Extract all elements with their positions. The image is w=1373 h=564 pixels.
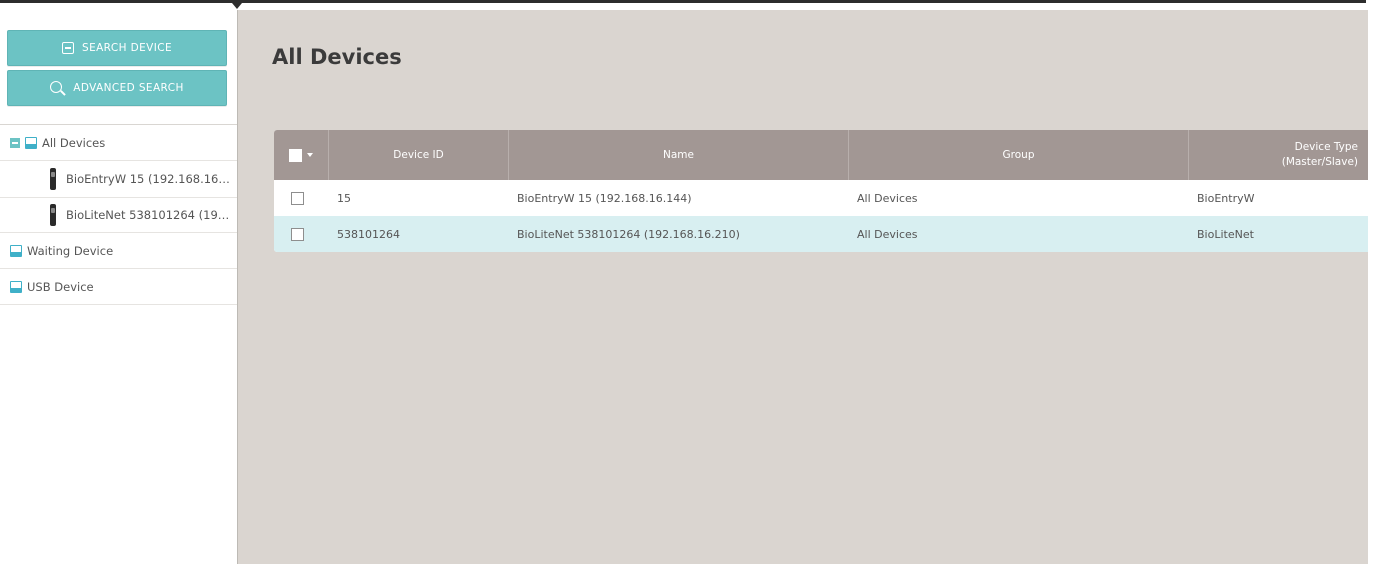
tree-device-label: BioLiteNet 538101264 (192.168.16.210) [66, 208, 231, 222]
cell-device-id: 538101264 [337, 227, 400, 241]
column-header-group[interactable]: Group [849, 130, 1189, 180]
device-reader-icon [50, 204, 56, 226]
device-type-header-line1: Device Type [1294, 141, 1358, 153]
main-panel: All Devices Device ID Name Group Device … [238, 10, 1368, 564]
column-header-device-type[interactable]: Device Type (Master/Slave) [1189, 130, 1368, 180]
table-row[interactable]: 15 BioEntryW 15 (192.168.16.144) All Dev… [274, 180, 1368, 216]
cell-device-type: BioEntryW [1197, 191, 1255, 205]
tree-item-usb-device[interactable]: USB Device [0, 269, 237, 305]
splitter-notch [232, 3, 242, 9]
tree-item-device[interactable]: BioLiteNet 538101264 (192.168.16.210) [0, 198, 237, 233]
tree-label-usb: USB Device [27, 279, 94, 294]
device-table: Device ID Name Group Device Type (Master… [274, 130, 1368, 252]
cell-device-type: BioLiteNet [1197, 227, 1254, 241]
collapse-icon[interactable] [10, 137, 20, 148]
tree-item-all-devices[interactable]: All Devices [0, 125, 237, 161]
top-border [0, 0, 1366, 10]
device-group-icon [25, 136, 37, 149]
tree-label-waiting: Waiting Device [27, 243, 114, 258]
column-header-name[interactable]: Name [509, 130, 849, 180]
magnifier-icon [50, 80, 65, 96]
select-all-checkbox[interactable] [289, 148, 302, 162]
search-area: SEARCH DEVICE ADVANCED SEARCH [0, 10, 237, 125]
tree-label-all-devices: All Devices [42, 135, 106, 150]
row-checkbox[interactable] [291, 191, 304, 205]
cell-group: All Devices [857, 227, 918, 241]
sidebar: SEARCH DEVICE ADVANCED SEARCH All Device… [0, 10, 238, 564]
table-row[interactable]: 538101264 BioLiteNet 538101264 (192.168.… [274, 216, 1368, 252]
tree-item-device[interactable]: BioEntryW 15 (192.168.16.144) [0, 161, 237, 198]
tree-item-waiting-device[interactable]: Waiting Device [0, 233, 237, 269]
cell-device-id: 15 [337, 191, 351, 205]
column-header-device-id[interactable]: Device ID [329, 130, 509, 180]
row-checkbox-cell[interactable] [274, 216, 329, 252]
device-search-icon [62, 42, 74, 54]
cell-name: BioLiteNet 538101264 (192.168.16.210) [517, 227, 740, 241]
device-reader-icon [50, 168, 56, 190]
row-checkbox-cell[interactable] [274, 180, 329, 216]
row-checkbox[interactable] [291, 227, 304, 241]
search-device-label: SEARCH DEVICE [82, 42, 172, 54]
advanced-search-label: ADVANCED SEARCH [73, 82, 184, 94]
device-group-icon [10, 244, 22, 257]
advanced-search-button[interactable]: ADVANCED SEARCH [7, 70, 227, 106]
device-type-header-line2: (Master/Slave) [1281, 156, 1358, 168]
cell-group: All Devices [857, 191, 918, 205]
select-all-header[interactable] [274, 130, 329, 180]
page-title: All Devices [272, 45, 402, 69]
device-group-icon [10, 280, 22, 293]
table-header: Device ID Name Group Device Type (Master… [274, 130, 1368, 180]
tree-device-label: BioEntryW 15 (192.168.16.144) [66, 172, 231, 186]
search-device-button[interactable]: SEARCH DEVICE [7, 30, 227, 66]
chevron-down-icon[interactable] [307, 153, 313, 157]
cell-name: BioEntryW 15 (192.168.16.144) [517, 191, 692, 205]
